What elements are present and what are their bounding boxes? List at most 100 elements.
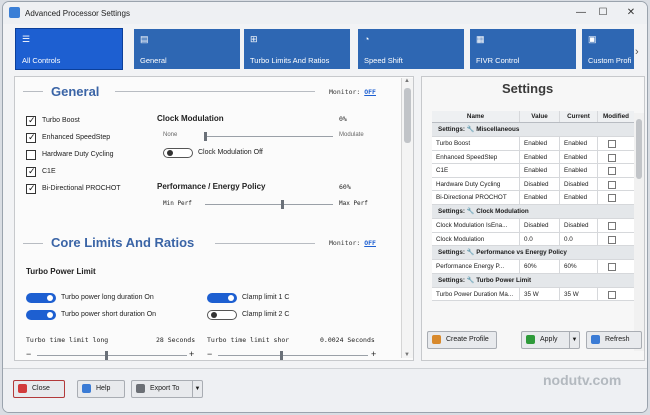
export-icon bbox=[136, 384, 145, 393]
grid-row[interactable]: C1E Enabled Enabled bbox=[432, 164, 634, 178]
modified-checkbox[interactable] bbox=[608, 221, 616, 230]
time-limit-short-value: 0.0024 Seconds bbox=[320, 336, 375, 344]
slider-min-label: None bbox=[163, 132, 178, 138]
column-header[interactable]: Value bbox=[520, 111, 560, 122]
help-button[interactable]: Help bbox=[77, 380, 125, 398]
time-limit-long-value: 28 Seconds bbox=[156, 336, 196, 344]
grid-category-row[interactable]: Settings: 🔧 Clock Modulation bbox=[432, 204, 634, 219]
row-current: Enabled bbox=[560, 137, 598, 150]
modified-checkbox[interactable] bbox=[608, 194, 616, 203]
grid-row[interactable]: Turbo Boost Enabled Enabled bbox=[432, 137, 634, 151]
toggle-clamp-limit-1[interactable] bbox=[207, 293, 237, 303]
tab-bar: ☰ All Controls ▤ General ⊞ Turbo Limits … bbox=[3, 26, 647, 72]
clock-modulation-slider[interactable] bbox=[205, 136, 333, 137]
clock-modulation-value: 0% bbox=[339, 115, 347, 123]
checkbox-turbo-boost[interactable] bbox=[26, 115, 36, 126]
tab-general[interactable]: ▤ General bbox=[134, 29, 240, 69]
row-current: Enabled bbox=[560, 191, 598, 204]
toggle-clamp-limit-2[interactable] bbox=[207, 310, 237, 320]
row-name: Bi-Directional PROCHOT bbox=[432, 191, 520, 204]
section-general-heading: General bbox=[51, 84, 100, 99]
plus-icon[interactable]: + bbox=[189, 349, 194, 359]
grid-row[interactable]: Enhanced SpeedStep Enabled Enabled bbox=[432, 150, 634, 165]
column-header[interactable]: Modified bbox=[598, 111, 634, 122]
modified-checkbox[interactable] bbox=[608, 290, 616, 299]
row-current: Enabled bbox=[560, 164, 598, 177]
tab-speed-shift[interactable]: ◔ Speed Shift bbox=[358, 29, 464, 69]
row-current: Disabled bbox=[560, 218, 598, 232]
grid-row[interactable]: Hardware Duty Cycling Disabled Disabled bbox=[432, 177, 634, 192]
scroll-down-icon[interactable]: ▼ bbox=[404, 352, 410, 358]
checkbox-enhanced-speedstep[interactable] bbox=[26, 132, 36, 143]
apply-button[interactable]: Apply ▼ bbox=[521, 331, 580, 349]
row-name: Clock Modulation IsEna... bbox=[432, 218, 520, 232]
row-name: Clock Modulation bbox=[432, 232, 520, 246]
perf-energy-slider-thumb[interactable] bbox=[280, 200, 284, 209]
checkbox-hardware-duty-cycling[interactable] bbox=[26, 150, 36, 160]
grid-row[interactable]: Turbo Power Duration Ma... 35 W 35 W bbox=[432, 287, 634, 302]
tab-all-controls[interactable]: ☰ All Controls bbox=[15, 28, 123, 70]
grid-category-row[interactable]: Settings: 🔧 Miscellaneous bbox=[432, 123, 634, 137]
perf-energy-slider[interactable] bbox=[205, 204, 333, 205]
toggle-turbo-short-duration[interactable] bbox=[26, 310, 56, 320]
grid-row[interactable]: Clock Modulation 0.0 0.0 bbox=[432, 232, 634, 247]
grid-row[interactable]: Clock Modulation IsEna... Disabled Disable… bbox=[432, 218, 634, 233]
grid-category-row[interactable]: Settings: 🔧 Performance vs Energy Policy bbox=[432, 246, 634, 261]
chevron-down-icon[interactable]: ▼ bbox=[192, 381, 202, 397]
maximize-icon[interactable]: ☐ bbox=[593, 5, 613, 21]
chevron-right-icon[interactable]: › bbox=[635, 46, 639, 58]
app-icon bbox=[9, 7, 20, 18]
toggle-turbo-long-duration[interactable] bbox=[26, 293, 56, 303]
grid-category-row[interactable]: Settings: 🔧 Turbo Power Limit bbox=[432, 273, 634, 288]
scroll-up-icon[interactable]: ▲ bbox=[404, 78, 410, 84]
scroll-thumb[interactable] bbox=[404, 88, 411, 143]
clock-modulation-toggle[interactable] bbox=[163, 148, 193, 158]
checkbox-c1e[interactable] bbox=[26, 166, 36, 177]
modified-checkbox[interactable] bbox=[608, 167, 616, 176]
grid-row[interactable]: Bi-Directional PROCHOT Enabled Enabled bbox=[432, 191, 634, 205]
checkbox-bidirectional-prochot[interactable] bbox=[26, 183, 36, 194]
modified-checkbox[interactable] bbox=[608, 140, 616, 148]
chevron-down-icon[interactable]: ▼ bbox=[569, 332, 579, 348]
close-button[interactable]: Close bbox=[13, 380, 65, 398]
gauge-icon: ◔ bbox=[364, 34, 370, 44]
minus-icon[interactable]: − bbox=[26, 349, 31, 359]
minimize-icon[interactable]: — bbox=[571, 5, 591, 21]
modified-checkbox[interactable] bbox=[608, 263, 616, 272]
clock-modulation-slider-thumb[interactable] bbox=[204, 132, 207, 141]
modified-checkbox[interactable] bbox=[608, 235, 616, 244]
row-current: 60% bbox=[560, 260, 598, 273]
modified-checkbox[interactable] bbox=[608, 180, 616, 189]
time-limit-short-slider[interactable] bbox=[218, 355, 368, 356]
tab-custom-profile[interactable]: ▣ Custom Profi bbox=[582, 29, 634, 69]
export-button[interactable]: Export To ▼ bbox=[131, 380, 203, 398]
settings-scrollbar[interactable] bbox=[634, 113, 644, 351]
minus-icon[interactable]: − bbox=[207, 349, 212, 359]
button-label: Create Profile bbox=[446, 336, 489, 343]
column-header[interactable]: Name bbox=[432, 111, 520, 122]
close-icon[interactable]: ✕ bbox=[621, 5, 641, 21]
column-header[interactable]: Current bbox=[560, 111, 598, 122]
time-limit-short-label: Turbo time limit shor bbox=[207, 336, 290, 344]
settings-title: Settings bbox=[502, 81, 554, 96]
turbo-power-limit-heading: Turbo Power Limit bbox=[26, 267, 96, 276]
list-icon: ☰ bbox=[22, 34, 31, 44]
create-profile-button[interactable]: Create Profile bbox=[427, 331, 497, 349]
plus-icon[interactable]: + bbox=[371, 349, 376, 359]
monitor-toggle-link[interactable]: OFF bbox=[364, 88, 376, 96]
slider-thumb[interactable] bbox=[105, 351, 108, 360]
controls-scrollbar[interactable]: ▲ ▼ bbox=[401, 78, 413, 358]
slider-thumb[interactable] bbox=[280, 351, 283, 360]
refresh-button[interactable]: Refresh bbox=[586, 331, 642, 349]
grid-row[interactable]: Performance Energy P... 60% 60% bbox=[432, 260, 634, 274]
row-name: Turbo Power Duration Ma... bbox=[432, 287, 520, 301]
tab-turbo-limits[interactable]: ⊞ Turbo Limits And Ratios bbox=[244, 29, 350, 69]
checkbox-label: Turbo Boost bbox=[42, 117, 80, 124]
scroll-thumb[interactable] bbox=[636, 119, 642, 179]
row-value: Disabled bbox=[520, 218, 560, 232]
modified-checkbox[interactable] bbox=[608, 153, 616, 162]
page-icon: ▤ bbox=[140, 34, 149, 44]
time-limit-long-slider[interactable] bbox=[37, 355, 187, 356]
monitor-toggle-link[interactable]: OFF bbox=[364, 239, 376, 247]
tab-fivr-control[interactable]: ▦ FIVR Control bbox=[470, 29, 576, 69]
